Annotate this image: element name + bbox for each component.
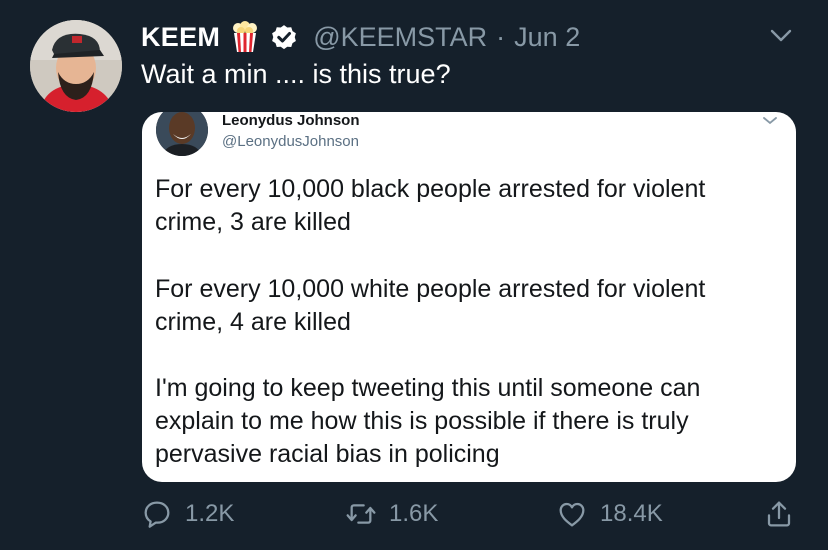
reply-button[interactable]: 1.2K xyxy=(141,498,234,530)
share-button[interactable] xyxy=(763,498,795,530)
quoted-author-name: Leonydus Johnson xyxy=(222,112,360,129)
heart-icon xyxy=(559,502,585,527)
popcorn-icon xyxy=(230,21,260,53)
separator-dot: · xyxy=(496,21,506,52)
chevron-down-icon xyxy=(762,112,778,125)
chevron-down-icon[interactable] xyxy=(768,22,794,48)
author-avatar[interactable] xyxy=(30,20,122,112)
like-button[interactable]: 18.4K xyxy=(556,498,663,530)
tweet-text: Wait a min .... is this true? xyxy=(141,59,451,89)
quoted-text-line: For every 10,000 white people arrested f… xyxy=(155,275,706,303)
author-name[interactable]: KEEM xyxy=(141,22,220,53)
verified-badge-icon xyxy=(269,22,299,52)
avatar-image xyxy=(30,20,122,112)
quoted-text-line: For every 10,000 black people arrested f… xyxy=(155,175,706,203)
share-icon xyxy=(767,501,791,527)
retweet-icon xyxy=(346,504,376,524)
quoted-text-line: I'm going to keep tweeting this until so… xyxy=(155,374,701,402)
retweet-button[interactable]: 1.6K xyxy=(345,498,438,530)
retweet-count: 1.6K xyxy=(389,500,439,527)
quoted-text-line: explain to me how this is possible if th… xyxy=(155,407,689,435)
author-handle[interactable]: @KEEMSTAR xyxy=(313,22,487,53)
quoted-text-line: pervasive racial bias in policing xyxy=(155,440,500,468)
reply-icon xyxy=(144,501,170,528)
like-count: 18.4K xyxy=(600,500,663,527)
tweet-date[interactable]: Jun 2 xyxy=(514,22,580,53)
quoted-text-line: crime, 4 are killed xyxy=(155,308,351,336)
quoted-author-avatar xyxy=(156,112,208,156)
quoted-text-line: crime, 3 are killed xyxy=(155,208,351,236)
tweet-header: KEEM @KEEMSTAR · Jun 2 xyxy=(141,19,580,55)
tweet-actions: 1.2K 1.6K 18.4K xyxy=(0,498,828,542)
quoted-author-handle: @LeonydusJohnson xyxy=(222,133,359,150)
embedded-tweet-image[interactable]: Leonydus Johnson @LeonydusJohnson For ev… xyxy=(142,112,796,482)
reply-count: 1.2K xyxy=(185,500,235,527)
